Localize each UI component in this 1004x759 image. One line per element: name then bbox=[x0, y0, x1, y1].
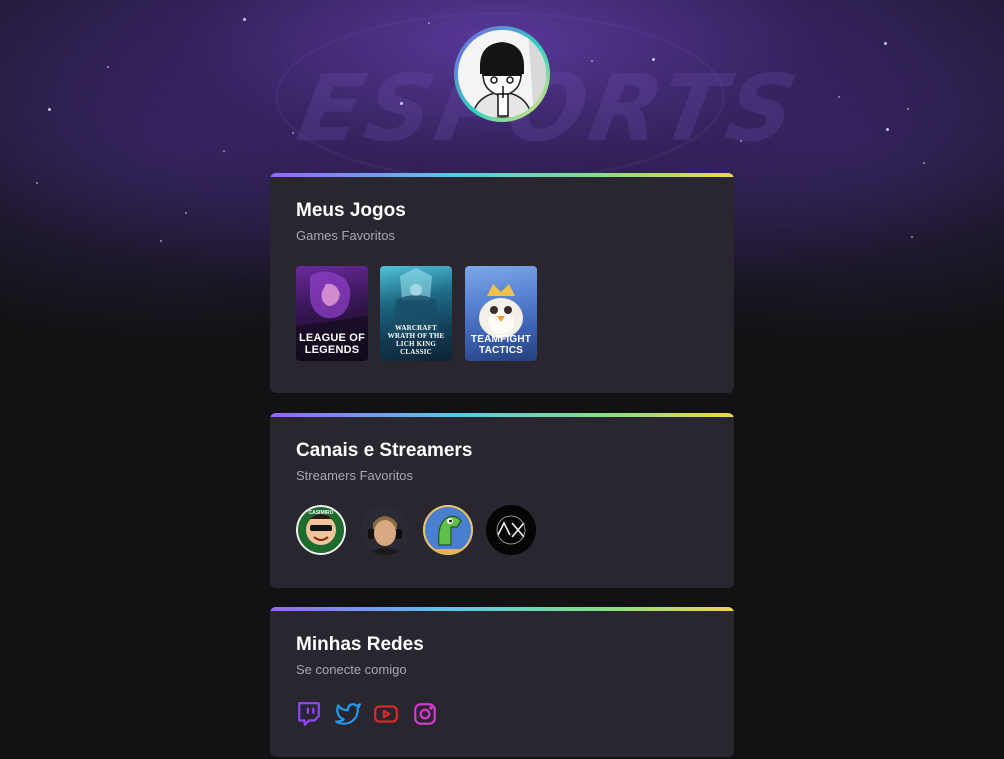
star bbox=[884, 42, 887, 45]
game-label-line: LICH KING bbox=[395, 340, 437, 348]
game-label-line: WARCRAFT bbox=[394, 324, 438, 332]
star bbox=[243, 18, 246, 21]
games-card: Meus Jogos Games Favoritos LEAGUE OF LEG… bbox=[270, 173, 734, 393]
star bbox=[400, 102, 403, 105]
star bbox=[428, 22, 430, 24]
youtube-link[interactable] bbox=[373, 701, 399, 727]
star bbox=[886, 128, 889, 131]
streamer-casimiro[interactable]: CASIMIRO bbox=[296, 505, 346, 555]
star bbox=[911, 236, 913, 238]
streamer-4[interactable] bbox=[486, 505, 536, 555]
casimiro-text: CASIMIRO bbox=[309, 510, 334, 516]
game-label-line: TEAMFIGHT bbox=[470, 334, 532, 345]
instagram-link[interactable] bbox=[412, 701, 438, 727]
game-tile-teamfight-tactics[interactable]: TEAMFIGHT TACTICS bbox=[465, 266, 537, 361]
star bbox=[923, 162, 925, 164]
social-card: Minhas Redes Se conecte comigo bbox=[270, 607, 734, 757]
game-label-line: WRATH OF THE bbox=[387, 332, 445, 340]
games-card-subtitle: Games Favoritos bbox=[296, 228, 395, 243]
streamers-card: Canais e Streamers Streamers Favoritos C… bbox=[270, 413, 734, 588]
twitter-icon bbox=[335, 703, 361, 725]
star bbox=[740, 140, 742, 142]
game-label-line: CLASSIC bbox=[400, 348, 432, 356]
star bbox=[907, 108, 909, 110]
streamer-2[interactable] bbox=[360, 505, 410, 555]
streamers-card-title: Canais e Streamers bbox=[296, 440, 473, 461]
star bbox=[591, 60, 593, 62]
streamers-card-subtitle: Streamers Favoritos bbox=[296, 468, 414, 483]
youtube-icon bbox=[374, 705, 398, 723]
game-label-teamfight-tactics: TEAMFIGHT TACTICS bbox=[465, 334, 537, 356]
game-tile-league-of-legends[interactable]: LEAGUE OF LEGENDS bbox=[296, 266, 368, 361]
profile-avatar[interactable] bbox=[454, 26, 550, 122]
twitch-icon bbox=[298, 702, 320, 726]
star bbox=[160, 240, 162, 242]
streamer-3[interactable] bbox=[423, 505, 473, 555]
black-logo-avatar-icon bbox=[486, 505, 536, 555]
star bbox=[107, 66, 109, 68]
game-label-wrath-of-the-lich-king: WARCRAFT WRATH OF THE LICH KING CLASSIC bbox=[380, 324, 452, 356]
twitter-link[interactable] bbox=[335, 701, 361, 727]
social-card-subtitle: Se conecte comigo bbox=[296, 662, 407, 677]
casimiro-avatar-icon: CASIMIRO bbox=[296, 505, 346, 555]
twitch-link[interactable] bbox=[296, 701, 322, 727]
anime-boy-avatar-icon bbox=[458, 30, 546, 118]
star bbox=[223, 150, 225, 152]
star bbox=[36, 182, 38, 184]
star bbox=[48, 108, 51, 111]
streamer-photo-avatar-icon bbox=[360, 505, 410, 555]
game-label-line: LEGENDS bbox=[304, 344, 360, 356]
star bbox=[652, 58, 655, 61]
star bbox=[838, 96, 840, 98]
star bbox=[292, 132, 294, 134]
game-label-league-of-legends: LEAGUE OF LEGENDS bbox=[296, 332, 368, 356]
game-label-line: TACTICS bbox=[479, 345, 523, 356]
games-card-title: Meus Jogos bbox=[296, 200, 406, 221]
game-tile-wrath-of-the-lich-king[interactable]: WARCRAFT WRATH OF THE LICH KING CLASSIC bbox=[380, 266, 452, 361]
social-card-title: Minhas Redes bbox=[296, 634, 424, 655]
cartoon-dino-avatar-icon bbox=[423, 505, 473, 555]
game-label-line: LEAGUE OF bbox=[299, 332, 365, 344]
star bbox=[185, 212, 187, 214]
instagram-icon bbox=[414, 703, 436, 725]
